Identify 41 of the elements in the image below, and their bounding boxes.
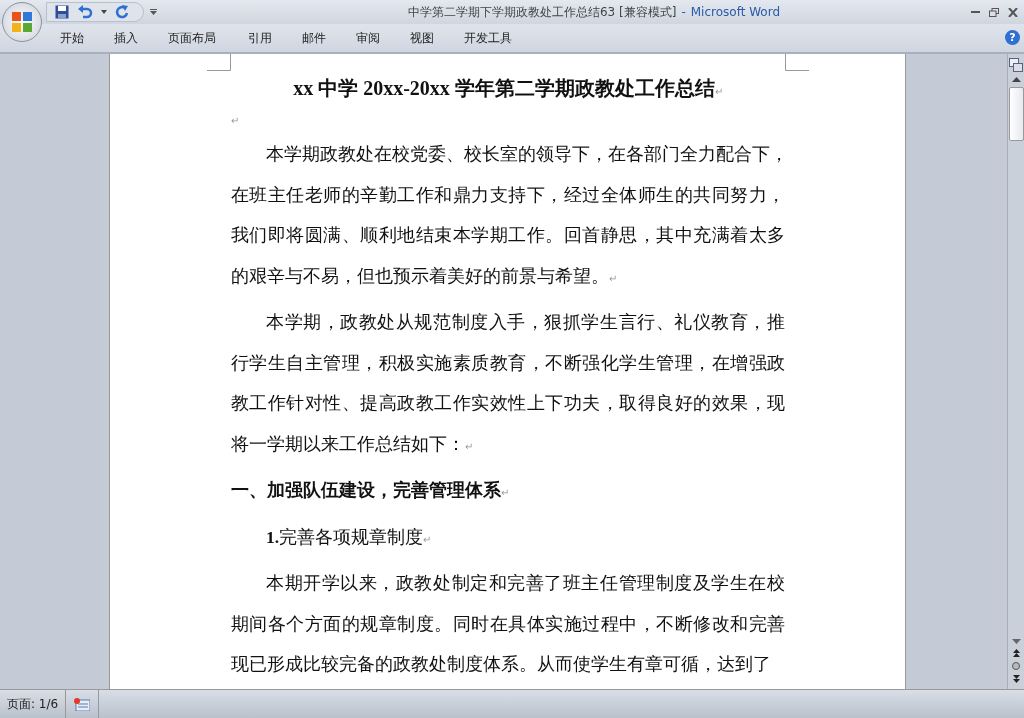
browse-object-icon[interactable] <box>1012 662 1020 670</box>
customize-toolbar-icon[interactable] <box>150 9 157 15</box>
page-count[interactable]: 页面: 1/6 <box>0 690 67 718</box>
ribbon-tab[interactable]: 插入 <box>114 29 138 47</box>
minimize-icon[interactable] <box>971 10 980 14</box>
subsection-heading: 1.完善各项规章制度↵ <box>265 525 433 549</box>
paragraph-mark: ↵ <box>231 115 239 126</box>
scroll-thumb[interactable] <box>1008 87 1024 141</box>
close-icon[interactable] <box>1008 7 1018 17</box>
app-title: Microsoft Word <box>690 4 781 19</box>
ribbon-tab[interactable]: 开发工具 <box>464 29 512 47</box>
ribbon-tab[interactable]: 引用 <box>248 29 272 47</box>
undo-icon[interactable] <box>77 5 93 19</box>
dropdown-caret-icon[interactable] <box>101 10 107 14</box>
body-paragraph: 本期开学以来，政教处制定和完善了班主任管理制度及学生在校 期间各个方面的规章制度。同时在具体实施过程中，不断修改和完善 现已形成比较完备的政教处制度体系。从而使学生有章可循，达到了 <box>231 572 785 676</box>
redo-icon[interactable] <box>115 5 129 19</box>
save-icon[interactable] <box>55 5 69 19</box>
restore-icon[interactable] <box>989 7 999 17</box>
document-heading: xx 中学 20xx-20xx 学年第二学期政教处工作总结↵ <box>292 76 724 101</box>
document-title: 中学第二学期下学期政教处工作总结63 [兼容模式] <box>407 4 677 19</box>
section-heading: 一、加强队伍建设，完善管理体系↵ <box>231 479 510 502</box>
document-status-icon[interactable] <box>74 697 91 711</box>
vertical-scrollbar[interactable] <box>1007 54 1024 689</box>
scroll-up-icon[interactable] <box>1011 77 1021 82</box>
body-paragraph: 本学期政教处在校党委、校长室的领导下，在各部门全力配合下， 在班主任老师的辛勤工作和鼎力支持下，经过全体师生的共同努力， 我们即将圆满、顺利地结束本学期工作。回首静思，其中充满着太多 的艰辛与不易，但也预示着美好的前景与希望。↵ <box>231 143 785 288</box>
next-page-icon[interactable] <box>1012 675 1020 683</box>
ribbon-tab[interactable]: 邮件 <box>302 29 326 47</box>
body-paragraph: 本学期，政教处从规范制度入手，狠抓学生言行、礼仪教育，推 行学生自主管理，积极实施素质教育，不断强化学生管理，在增强政 教工作针对性、提高政教工作实效性上下功夫，取得良好的效果，现 将一学期以来工作总结如下：↵ <box>231 311 785 456</box>
ruler-toggle-icon[interactable] <box>1009 58 1023 72</box>
previous-page-icon[interactable] <box>1012 649 1020 657</box>
crop-mark <box>785 54 809 71</box>
ribbon-tab[interactable]: 页面布局 <box>168 29 216 47</box>
scroll-down-icon[interactable] <box>1011 639 1021 644</box>
ribbon-tab[interactable]: 开始 <box>60 29 84 47</box>
ribbon-tab[interactable]: 审阅 <box>356 29 380 47</box>
office-button[interactable] <box>2 2 42 42</box>
help-icon[interactable]: ? <box>1005 30 1020 45</box>
office-logo-icon <box>9 9 35 35</box>
title-separator: - <box>681 4 686 19</box>
crop-mark <box>207 54 231 71</box>
ribbon-tab[interactable]: 视图 <box>410 29 434 47</box>
